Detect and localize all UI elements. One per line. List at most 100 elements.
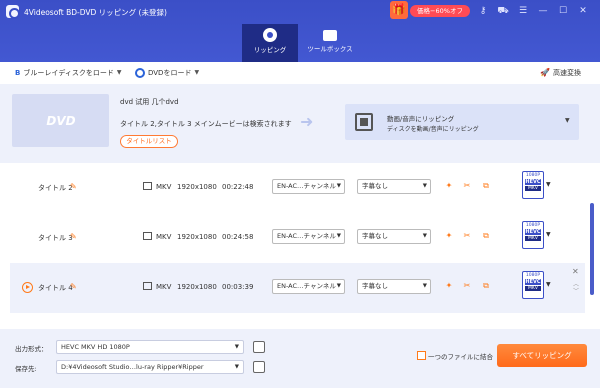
load-dvd-label: DVDをロード [148,69,192,77]
fast-convert-button[interactable]: 🚀 高速変換 [540,67,581,79]
title-row[interactable]: タイトル 2 ✎ MKV 1920x1080 00:22:48 EN-AC…チャ… [10,163,585,213]
format-quality: 1080P [525,223,541,228]
cut-icon[interactable]: ✂ [462,181,472,191]
title-row[interactable]: タイトル 4 ✎ MKV 1920x1080 00:03:39 EN-AC…チャ… [10,263,585,313]
toolbar: B ブルーレイディスクをロード ▼ DVDをロード ▼ 🚀 高速変換 [0,62,600,84]
video-icon [143,282,152,290]
audio-track-select[interactable]: EN-AC…チャンネル ▼ [272,229,345,244]
tab-toolbox-label: ツールボックス [307,45,353,53]
load-dvd-button[interactable]: DVDをロード ▼ [135,67,199,79]
chevron-down-icon[interactable]: ▼ [546,281,551,288]
audio-track-value: EN-AC…チャンネル [277,182,336,190]
arrow-right-icon: ➜ [300,112,314,131]
effects-icon[interactable]: ✦ [444,281,454,291]
chevron-down-icon[interactable]: ▼ [546,181,551,188]
folder-icon[interactable] [253,361,265,373]
audio-track-select[interactable]: EN-AC…チャンネル ▼ [272,279,345,294]
rocket-icon: 🚀 [540,68,550,77]
video-icon [143,182,152,190]
format-settings-icon[interactable] [253,341,265,353]
title-list: タイトル 2 ✎ MKV 1920x1080 00:22:48 EN-AC…チャ… [0,163,600,329]
edit-icon[interactable]: ✎ [70,232,77,241]
rip-profile-selector[interactable]: 動画/音声にリッピング ディスクを動画/音声にリッピング ▼ [345,104,579,140]
save-to-select[interactable]: D:¥4Videosoft Studio…lu-ray Ripper¥Rippe… [56,360,244,374]
profile-subtitle: ディスクを動画/音声にリッピング [387,126,479,133]
toolbox-icon [323,30,337,41]
audio-track-value: EN-AC…チャンネル [277,282,336,290]
tab-ripping[interactable]: リッピング [242,24,298,62]
tab-toolbox[interactable]: ツールボックス [302,24,358,62]
dvd-thumbnail: DVD [12,94,109,147]
edit-icon[interactable]: ✎ [70,182,77,191]
promo-badge[interactable]: 価格−60%オフ [410,5,470,17]
subtitle-value: 字幕なし [362,182,388,190]
play-icon[interactable] [22,282,33,293]
source-panel: DVD dvd 试用 几个dvd タイトル 2,タイトル 3 メインムービーは検… [0,84,600,163]
add-subtitle-icon[interactable]: ⧉ [481,231,491,241]
output-format-thumbnail[interactable]: 1080P HEVC MKV [522,221,544,249]
format-codec: HEVC [525,229,541,235]
subtitle-value: 字幕なし [362,232,388,240]
title-row[interactable]: タイトル 3 ✎ MKV 1920x1080 00:24:58 EN-AC…チャ… [10,213,585,263]
key-icon[interactable]: ⚷ [477,5,489,17]
title-resolution: 1920x1080 [177,183,217,191]
subtitle-value: 字幕なし [362,282,388,290]
cut-icon[interactable]: ✂ [462,231,472,241]
format-codec: HEVC [525,179,541,185]
merge-checkbox[interactable] [417,351,426,360]
chevron-down-icon[interactable]: ﹀ [573,286,579,295]
title-resolution: 1920x1080 [177,283,217,291]
title-duration: 00:22:48 [222,183,254,191]
audio-track-select[interactable]: EN-AC…チャンネル ▼ [272,179,345,194]
load-bluray-button[interactable]: B ブルーレイディスクをロード ▼ [15,67,121,79]
menu-icon[interactable]: ☰ [517,5,529,17]
chevron-down-icon: ▼ [234,344,239,350]
edit-icon[interactable]: ✎ [70,282,77,291]
disc-icon [263,28,277,42]
output-format-label: 出力形式： [15,345,48,353]
maximize-icon[interactable]: ☐ [557,5,569,17]
chevron-down-icon: ▼ [422,233,427,239]
minimize-icon[interactable]: — [537,5,549,17]
gift-icon[interactable]: 🎁 [390,1,408,19]
cut-icon[interactable]: ✂ [462,281,472,291]
title-name: タイトル 2 [38,184,73,192]
effects-icon[interactable]: ✦ [444,231,454,241]
subtitle-select[interactable]: 字幕なし ▼ [357,229,431,244]
bluray-icon: B [15,69,21,77]
app-title: 4Videosoft BD-DVD リッピング (未登録) [24,8,167,17]
source-description: タイトル 2,タイトル 3 メインムービーは検索されます [120,120,292,128]
chevron-down-icon: ▼ [336,283,341,289]
subtitle-select[interactable]: 字幕なし ▼ [357,279,431,294]
format-container: MKV [525,236,541,241]
title-format: MKV [156,283,172,291]
chevron-down-icon: ▼ [234,364,239,370]
chevron-down-icon[interactable]: ▼ [546,231,551,238]
save-to-label: 保存先: [15,365,37,373]
add-subtitle-icon[interactable]: ⧉ [481,281,491,291]
remove-icon[interactable]: ✕ [572,267,579,276]
output-format-select[interactable]: HEVC MKV HD 1080P ▼ [56,340,244,354]
format-container: MKV [525,186,541,191]
add-subtitle-icon[interactable]: ⧉ [481,181,491,191]
format-quality: 1080P [525,173,541,178]
effects-icon[interactable]: ✦ [444,181,454,191]
rip-all-button[interactable]: すべてリッピング [497,344,587,367]
chevron-down-icon: ▼ [565,117,570,124]
scrollbar[interactable] [590,203,594,295]
title-duration: 00:03:39 [222,283,254,291]
output-format-thumbnail[interactable]: 1080P HEVC MKV [522,171,544,199]
title-list-button[interactable]: タイトルリスト [120,135,178,148]
output-format-thumbnail[interactable]: 1080P HEVC MKV [522,271,544,299]
video-icon [143,232,152,240]
film-icon [355,113,373,131]
title-format: MKV [156,183,172,191]
chevron-down-icon: ▼ [194,69,200,76]
subtitle-select[interactable]: 字幕なし ▼ [357,179,431,194]
output-format-value: HEVC MKV HD 1080P [61,343,130,351]
close-icon[interactable]: ✕ [577,5,589,17]
cart-icon[interactable]: ⛟ [497,5,509,17]
merge-label: 一つのファイルに結合 [428,353,493,361]
format-quality: 1080P [525,273,541,278]
tab-ripping-label: リッピング [253,46,287,54]
